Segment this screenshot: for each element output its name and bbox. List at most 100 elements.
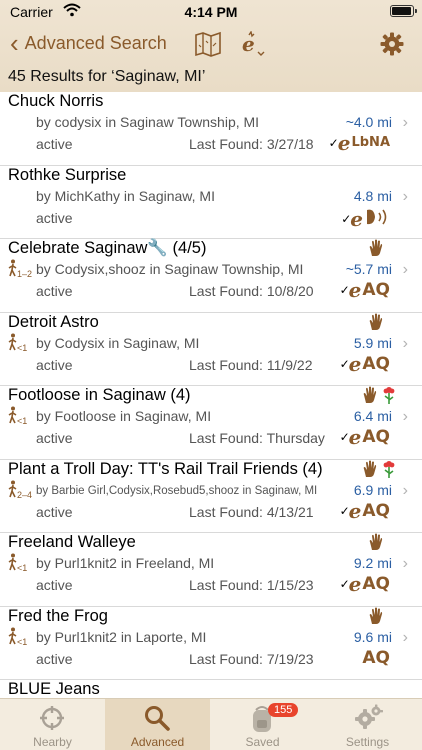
- hand-icon: [362, 460, 378, 483]
- letterbox-icon: e: [348, 278, 362, 302]
- result-distance: 6.4 mi: [353, 408, 392, 424]
- map-icon[interactable]: [194, 31, 222, 62]
- result-title: Footloose in Saginaw (4): [8, 386, 191, 404]
- nav-bar: ‹ Advanced Search e: [0, 28, 422, 62]
- badge-label: AQ: [362, 280, 390, 300]
- audio-icon: [364, 207, 390, 232]
- hand-icon: [362, 386, 378, 409]
- back-button[interactable]: ‹ Advanced Search: [10, 30, 167, 56]
- badge-label: AQ: [362, 574, 390, 594]
- result-last-found: Last Found: 7/19/23: [189, 650, 314, 667]
- result-last-found: Last Found: Thursday: [189, 430, 325, 446]
- letterbox-icon: e: [350, 207, 363, 231]
- letterbox-badge: ✓ e: [341, 207, 390, 232]
- list-item[interactable]: Plant a Troll Day: TT's Rail Trail Frien…: [0, 459, 422, 533]
- result-owner: by Codysix,shooz in Saginaw Township, MI: [36, 261, 304, 277]
- chevron-right-icon: ›: [402, 408, 408, 425]
- hike-distance: 1–2: [17, 269, 33, 279]
- hike-distance: <1: [17, 563, 28, 573]
- letterbox-badge: ✓ e AQ: [340, 427, 390, 447]
- result-title: Celebrate Saginaw🔧 (4/5): [8, 239, 207, 257]
- result-status: active: [36, 136, 73, 152]
- badge-label: LbNA: [351, 135, 390, 150]
- results-count: 45 Results for ‘Saginaw, MI’: [8, 68, 206, 85]
- result-status: active: [36, 430, 73, 446]
- status-bar: Carrier 4:14 PM: [0, 0, 422, 26]
- tab-settings[interactable]: Settings: [315, 699, 420, 750]
- tab-advanced[interactable]: Advanced: [105, 699, 210, 750]
- result-distance: 9.6 mi: [353, 628, 392, 645]
- battery-icon: [390, 5, 417, 17]
- crosshair-icon: [38, 704, 66, 737]
- flower-icon: [382, 459, 396, 484]
- tab-label: Settings: [345, 735, 390, 749]
- result-last-found: Last Found: 3/27/18: [189, 136, 314, 152]
- result-title: Plant a Troll Day: TT's Rail Trail Frien…: [8, 459, 323, 478]
- gear-icon[interactable]: [380, 32, 404, 61]
- badge-label: AQ: [362, 647, 390, 668]
- letterbox-icon: e: [348, 498, 362, 523]
- result-title: Freeland Walleye: [8, 533, 136, 551]
- result-status: active: [36, 283, 73, 299]
- hand-icon: [368, 313, 384, 336]
- result-status: active: [36, 356, 73, 373]
- clock: 4:14 PM: [184, 4, 238, 20]
- badge-label: AQ: [362, 427, 390, 447]
- result-title: Detroit Astro: [8, 312, 99, 331]
- list-item[interactable]: Chuck Norris by codysix in Saginaw Towns…: [0, 92, 422, 166]
- result-status: active: [36, 209, 73, 226]
- list-item[interactable]: Detroit Astro <1 by Codysix in Saginaw, …: [0, 312, 422, 386]
- gears-icon: [353, 704, 383, 737]
- result-distance: 9.2 mi: [353, 555, 392, 571]
- letterbox-filter-icon[interactable]: e: [240, 30, 266, 62]
- search-icon: [143, 704, 171, 737]
- letterbox-badge: ✓ e AQ: [340, 354, 390, 374]
- chevron-right-icon: ›: [402, 481, 408, 499]
- badge-label: AQ: [362, 500, 390, 521]
- results-list[interactable]: Chuck Norris by codysix in Saginaw Towns…: [0, 92, 422, 698]
- letterbox-icon: e: [348, 351, 362, 376]
- result-title: BLUE Jeans: [8, 680, 100, 698]
- result-status: active: [36, 650, 73, 667]
- letterbox-badge: AQ: [362, 648, 390, 668]
- result-owner: by Purl1knit2 in Freeland, MI: [36, 555, 215, 571]
- list-item[interactable]: BLUE Jeans: [0, 680, 422, 698]
- letterbox-badge: ✓ e LbNA: [329, 133, 390, 153]
- result-title: Rothke Surprise: [8, 165, 127, 184]
- saved-count-badge: 155: [268, 703, 299, 717]
- result-distance: 5.9 mi: [353, 334, 392, 351]
- result-last-found: Last Found: 10/8/20: [189, 283, 314, 299]
- letterbox-badge: ✓ e AQ: [340, 280, 390, 300]
- result-owner: by codysix in Saginaw Township, MI: [36, 114, 260, 130]
- result-status: active: [36, 577, 73, 593]
- chevron-right-icon: ›: [402, 261, 408, 278]
- hand-icon: [368, 607, 384, 630]
- list-item[interactable]: Celebrate Saginaw🔧 (4/5) 1–2 by Codysix,…: [0, 239, 422, 313]
- tab-saved[interactable]: 155 Saved: [210, 699, 315, 750]
- list-item[interactable]: Footloose in Saginaw (4) <1 by Footloose…: [0, 386, 422, 460]
- hike-distance: <1: [17, 342, 28, 353]
- result-owner: by Codysix in Saginaw, MI: [36, 334, 200, 351]
- result-distance: ~5.7 mi: [345, 261, 392, 277]
- chevron-right-icon: ›: [402, 555, 408, 572]
- result-owner: by Barbie Girl,Codysix,Rosebud5,shooz in…: [36, 484, 318, 497]
- hand-icon: [368, 533, 384, 556]
- tab-label: Saved: [245, 735, 280, 749]
- letterbox-icon: e: [337, 131, 351, 155]
- tab-label: Nearby: [33, 735, 72, 749]
- hike-distance: 2–4: [17, 489, 33, 500]
- hike-distance: <1: [17, 636, 28, 647]
- list-item[interactable]: Fred the Frog <1 by Purl1knit2 in Laport…: [0, 607, 422, 680]
- tab-bar: Nearby Advanced 155 Saved Settings: [0, 698, 422, 750]
- letterbox-icon: e: [348, 572, 362, 596]
- list-item[interactable]: Freeland Walleye <1 by Purl1knit2 in Fre…: [0, 533, 422, 607]
- chevron-right-icon: ›: [402, 114, 408, 131]
- chevron-right-icon: ›: [402, 187, 408, 205]
- result-title: Chuck Norris: [8, 92, 104, 110]
- badge-label: AQ: [362, 353, 390, 374]
- tab-label: Advanced: [130, 735, 185, 749]
- tab-nearby[interactable]: Nearby: [0, 699, 105, 750]
- result-distance: ~4.0 mi: [345, 114, 392, 130]
- hike-distance: <1: [17, 416, 28, 426]
- list-item[interactable]: Rothke Surprise by MichKathy in Saginaw,…: [0, 165, 422, 239]
